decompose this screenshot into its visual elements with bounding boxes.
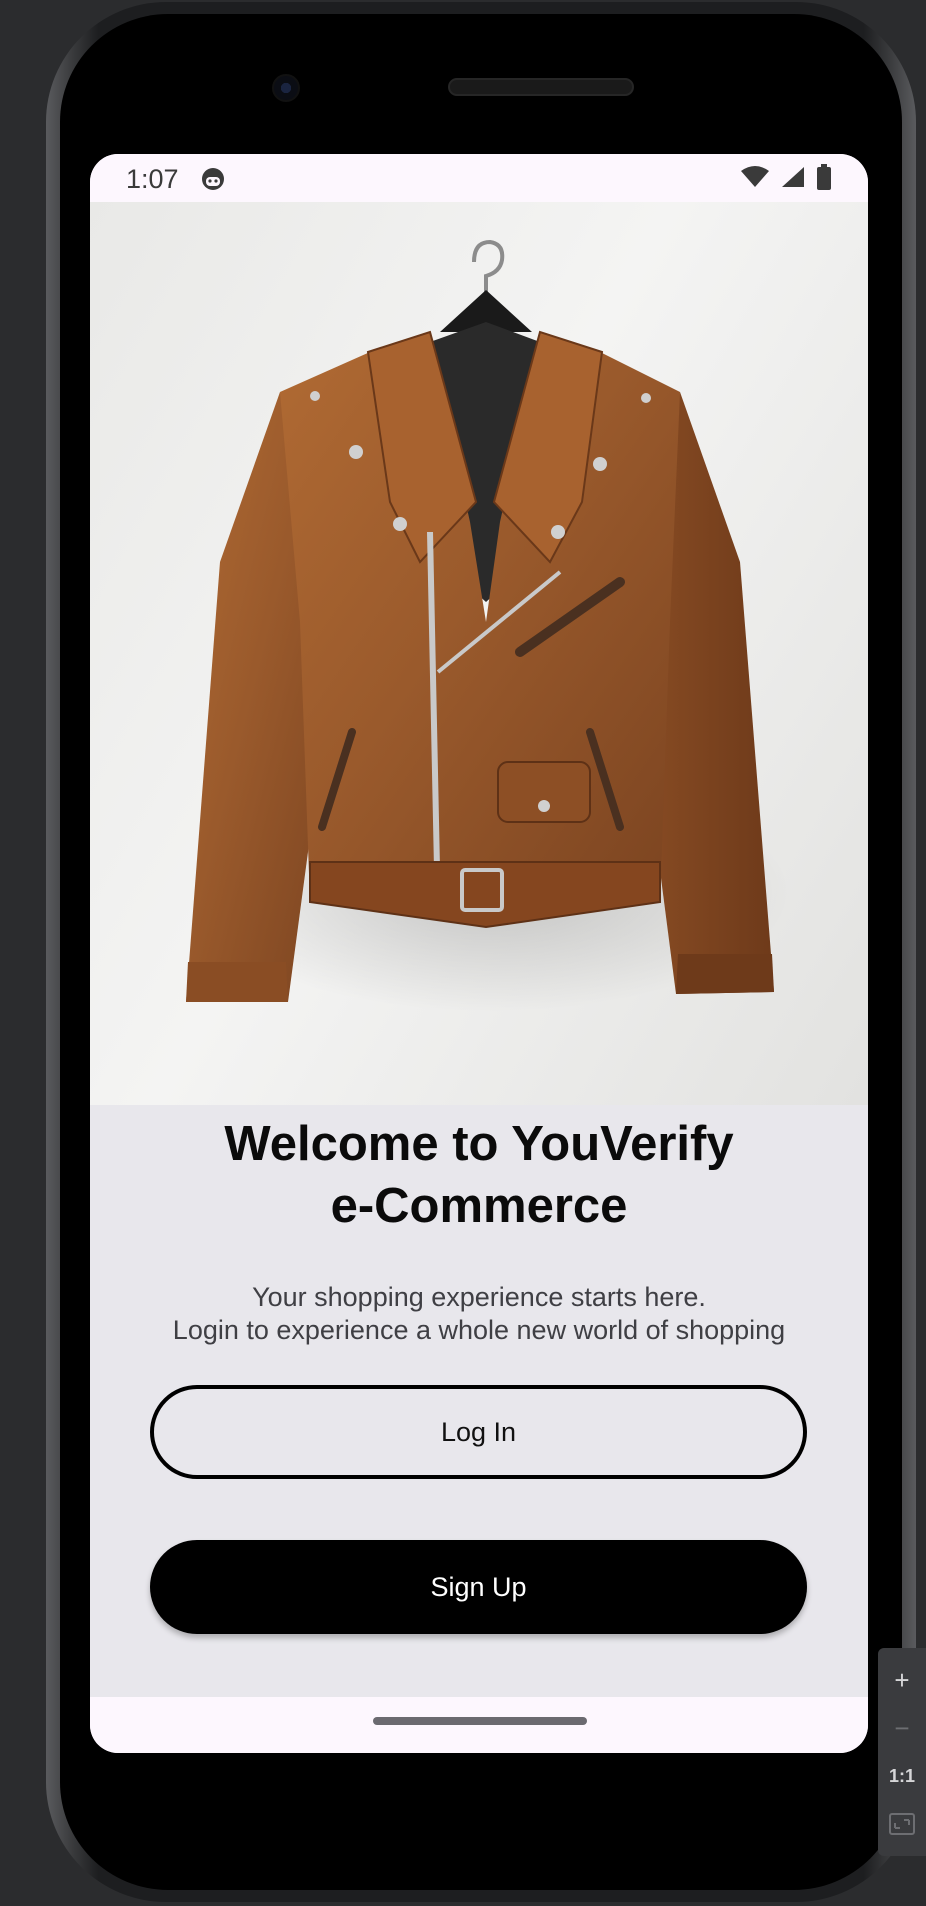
login-button[interactable]: Log In (150, 1385, 807, 1479)
android-face-icon (202, 168, 224, 190)
gesture-nav-bar (90, 1697, 868, 1753)
signup-button[interactable]: Sign Up (150, 1540, 807, 1634)
status-icons (740, 164, 832, 190)
leather-jacket-illustration (186, 239, 790, 1012)
zoom-in-button[interactable]: + (880, 1656, 924, 1704)
page-title: Welcome to YouVerify e-Commerce (90, 1113, 868, 1237)
earpiece-speaker (448, 78, 634, 96)
subtitle-line-1: Your shopping experience starts here. (252, 1282, 706, 1312)
phone-screen: 1:07 Welcome to YouVerify e-Commerce You… (90, 154, 868, 1753)
signal-icon (782, 167, 804, 187)
actual-size-button[interactable]: 1:1 (880, 1752, 924, 1800)
home-indicator[interactable] (373, 1717, 587, 1725)
front-camera (272, 74, 300, 102)
title-line-2: e-Commerce (330, 1179, 628, 1233)
zoom-out-button[interactable]: − (880, 1704, 924, 1752)
battery-icon (817, 164, 831, 190)
wifi-icon (741, 166, 769, 187)
status-bar: 1:07 (90, 154, 868, 202)
subtitle-line-2: Login to experience a whole new world of… (172, 1315, 786, 1345)
page-subtitle: Your shopping experience starts here. Lo… (90, 1281, 868, 1347)
welcome-section: Welcome to YouVerify e-Commerce Your sho… (90, 1105, 868, 1697)
hero-jacket-image (90, 202, 868, 1105)
fit-screen-icon[interactable] (880, 1800, 924, 1848)
status-time: 1:07 (126, 164, 179, 194)
emulator-zoom-panel: + − 1:1 (878, 1648, 926, 1856)
title-line-1: Welcome to YouVerify (224, 1117, 734, 1171)
